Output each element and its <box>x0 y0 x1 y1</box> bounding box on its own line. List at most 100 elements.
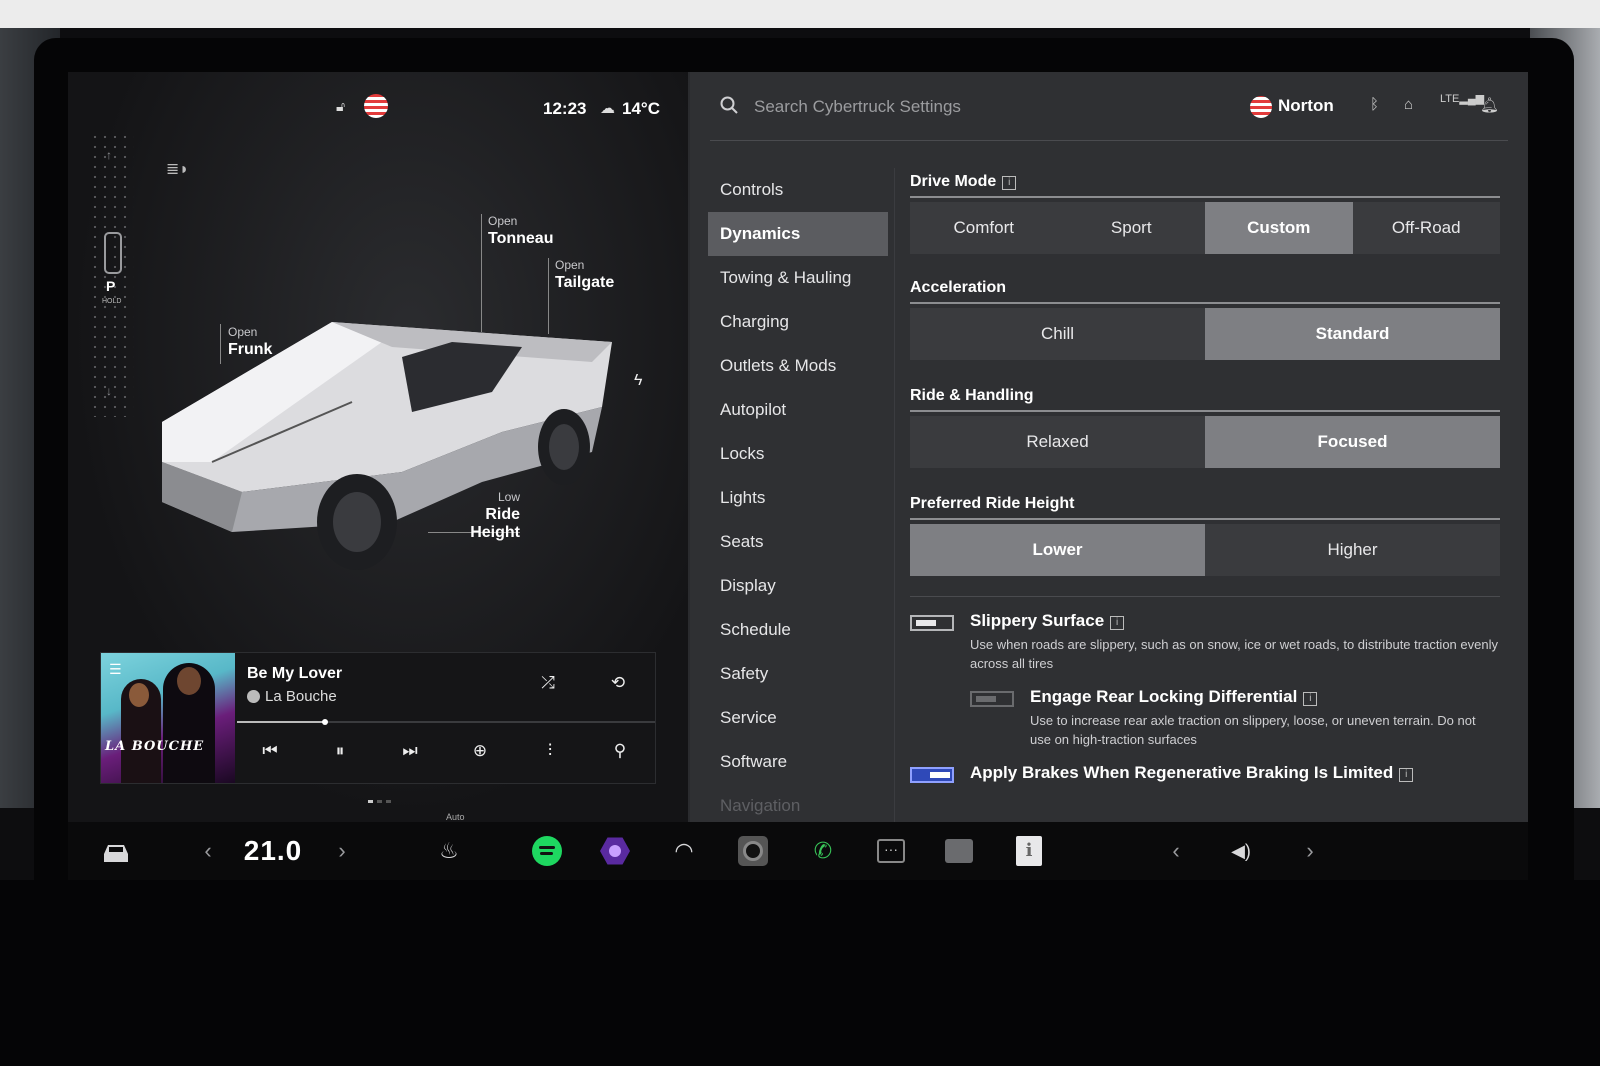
volume-icon[interactable]: ◀︎) <box>1228 834 1254 868</box>
ceiling <box>0 0 1600 28</box>
hex-app-icon[interactable] <box>600 834 630 868</box>
user-avatar[interactable] <box>1250 96 1272 118</box>
queue-icon[interactable]: ☰ <box>109 661 122 678</box>
volume-up-chevron-icon[interactable]: › <box>1302 834 1318 868</box>
info-icon[interactable]: i <box>1399 768 1414 782</box>
rear-diff-toggle[interactable] <box>970 691 1014 707</box>
spotify-source-icon <box>247 690 260 703</box>
outside-temperature: 14°C <box>622 99 660 118</box>
info-app-icon[interactable]: i <box>1014 834 1044 868</box>
drive-mode-selector: Comfort Sport Custom Off-Road <box>910 202 1500 254</box>
dynamics-content: Drive Mode i Comfort Sport Custom Off-Road A… <box>910 168 1500 797</box>
drive-mode-option-off-road[interactable]: Off-Road <box>1353 202 1501 254</box>
unlock-icon[interactable]: 🔓︎ <box>336 98 345 115</box>
nav-item-service[interactable]: Service <box>708 696 888 740</box>
seat-heat-auto-label: Auto <box>446 812 465 822</box>
headlights-icon[interactable]: ≣◗ <box>166 159 189 179</box>
next-track-icon[interactable]: ⏭ <box>395 741 425 761</box>
acceleration-option-chill[interactable]: Chill <box>910 308 1205 360</box>
slippery-surface-title: Slippery Surface i <box>970 611 1500 631</box>
nav-item-outlets-mods[interactable]: Outlets & Mods <box>708 344 888 388</box>
pause-icon[interactable]: ⏸ <box>325 741 355 761</box>
phone-icon[interactable]: ✆ <box>808 834 838 868</box>
user-profile-name[interactable]: Norton <box>1278 96 1334 116</box>
ride-height-option-higher[interactable]: Higher <box>1205 524 1500 576</box>
add-favorite-icon[interactable]: ⊕ <box>465 741 495 761</box>
regen-brake-toggle[interactable] <box>910 767 954 783</box>
cabin-temperature[interactable]: 21.0 <box>240 834 306 868</box>
drive-mode-option-custom[interactable]: Custom <box>1205 202 1353 254</box>
album-art[interactable]: ☰ LA BOUCHE <box>101 653 235 783</box>
nav-item-schedule[interactable]: Schedule <box>708 608 888 652</box>
seat-heat-icon[interactable]: ♨ <box>434 834 464 868</box>
info-icon[interactable]: i <box>1002 176 1017 190</box>
gear-car-icon <box>104 232 122 274</box>
camera-icon[interactable] <box>738 834 768 868</box>
drive-mode-option-sport[interactable]: Sport <box>1058 202 1206 254</box>
drive-mode-option-comfort[interactable]: Comfort <box>910 202 1058 254</box>
home-icon[interactable]: ⌂ <box>1404 96 1413 113</box>
acceleration-heading: Acceleration <box>910 279 1007 296</box>
nav-item-towing-hauling[interactable]: Towing & Hauling <box>708 256 888 300</box>
gear-selector[interactable] <box>90 132 134 417</box>
info-icon[interactable]: i <box>1303 692 1318 706</box>
nav-item-dynamics[interactable]: Dynamics <box>708 212 888 256</box>
cloud-icon: ☁ <box>600 100 615 117</box>
gear-up-arrow-icon[interactable]: ↑ <box>106 148 112 162</box>
settings-search-input[interactable] <box>754 94 1174 120</box>
gear-indicator: P <box>106 278 116 294</box>
nav-item-locks[interactable]: Locks <box>708 432 888 476</box>
touchscreen: ↑ P HOLD ↓ ≣◗ 🔓︎ 12:23 ☁ 14°C Open Tonne <box>68 72 1528 822</box>
shuffle-icon[interactable]: ⤮ <box>533 673 563 693</box>
settings-nav: Controls Dynamics Towing & Hauling Charging… <box>708 168 888 822</box>
previous-track-icon[interactable]: ⏮ <box>255 741 285 761</box>
temp-up-chevron-icon[interactable]: › <box>334 834 350 868</box>
nav-item-controls[interactable]: Controls <box>708 168 888 212</box>
slippery-surface-row: Slippery Surface i Use when roads are sli… <box>910 611 1500 673</box>
acceleration-option-standard[interactable]: Standard <box>1205 308 1500 360</box>
gear-down-arrow-icon[interactable]: ↓ <box>106 384 112 398</box>
slippery-surface-toggle[interactable] <box>910 615 954 631</box>
nav-item-navigation[interactable]: Navigation <box>708 784 888 822</box>
regen-brake-title: Apply Brakes When Regenerative Braking I… <box>970 763 1500 783</box>
drive-mode-heading: Drive Mode i <box>910 168 1500 196</box>
repeat-icon[interactable]: ⟲ <box>603 673 633 693</box>
car-icon[interactable] <box>100 834 132 868</box>
profile-avatar[interactable] <box>364 94 388 118</box>
album-art-text: LA BOUCHE <box>105 739 205 754</box>
nav-item-display[interactable]: Display <box>708 564 888 608</box>
cybertruck-render <box>162 322 612 570</box>
volume-down-chevron-icon[interactable]: ‹ <box>1168 834 1184 868</box>
nav-item-safety[interactable]: Safety <box>708 652 888 696</box>
progress-bar[interactable] <box>237 719 655 725</box>
temp-down-chevron-icon[interactable]: ‹ <box>200 834 216 868</box>
ride-handling-option-relaxed[interactable]: Relaxed <box>910 416 1205 468</box>
nav-item-lights[interactable]: Lights <box>708 476 888 520</box>
ride-height-callout[interactable]: Low Ride Height <box>432 490 520 542</box>
nav-item-software[interactable]: Software <box>708 740 888 784</box>
bell-icon[interactable]: 🔔︎ <box>1480 96 1499 114</box>
bluetooth-icon[interactable]: ᛒ <box>1370 96 1379 113</box>
more-icon[interactable]: ··· <box>876 834 906 868</box>
song-title: Be My Lover <box>247 665 343 682</box>
ride-handling-option-focused[interactable]: Focused <box>1205 416 1500 468</box>
tonneau-callout[interactable]: Open Tonneau <box>488 214 553 248</box>
tailgate-callout[interactable]: Open Tailgate <box>555 258 614 292</box>
acceleration-selector: Chill Standard <box>910 308 1500 360</box>
ride-height-option-lower[interactable]: Lower <box>910 524 1205 576</box>
info-icon[interactable]: i <box>1110 616 1125 630</box>
media-search-icon[interactable]: ⚲ <box>605 741 635 761</box>
nav-item-autopilot[interactable]: Autopilot <box>708 388 888 432</box>
rear-diff-title: Engage Rear Locking Differential i <box>1030 687 1500 707</box>
ride-height-selector: Lower Higher <box>910 524 1500 576</box>
nav-item-charging[interactable]: Charging <box>708 300 888 344</box>
charge-port-icon[interactable]: ϟ <box>634 372 642 390</box>
clock: 12:23 <box>543 99 587 118</box>
spotify-icon[interactable] <box>532 834 562 868</box>
card-app-icon[interactable] <box>944 834 974 868</box>
wiper-icon[interactable]: ◠ <box>668 834 700 868</box>
frunk-callout[interactable]: Open Frunk <box>228 325 272 359</box>
nav-item-seats[interactable]: Seats <box>708 520 888 564</box>
equalizer-icon[interactable]: ⫶ <box>535 741 565 761</box>
song-artist: La Bouche <box>265 688 337 705</box>
